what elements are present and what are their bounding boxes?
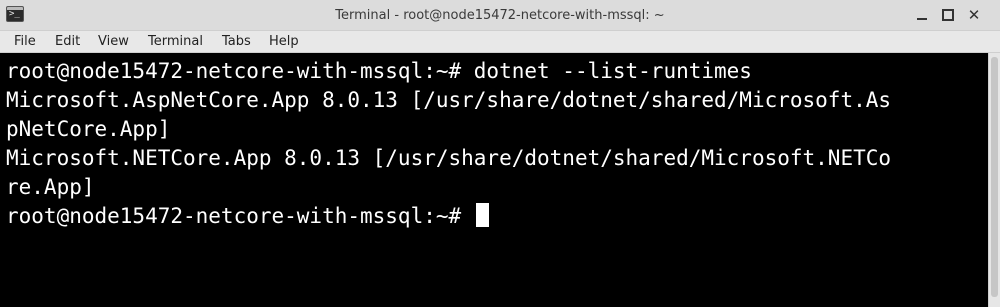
terminal-line: Microsoft.AspNetCore.App 8.0.13 [/usr/sh… xyxy=(6,88,892,112)
close-icon: ✕ xyxy=(967,6,981,24)
menu-view[interactable]: View xyxy=(98,31,129,52)
minimize-icon xyxy=(917,18,927,20)
vertical-scrollbar[interactable] xyxy=(988,53,1000,307)
terminal-window: >_ Terminal - root@node15472-netcore-wit… xyxy=(0,0,1000,307)
scrollbar-thumb[interactable] xyxy=(991,57,998,297)
menu-bar: File Edit View Terminal Tabs Help xyxy=(0,31,1000,53)
menu-file[interactable]: File xyxy=(14,31,36,52)
menu-edit[interactable]: Edit xyxy=(55,31,80,52)
terminal-output[interactable]: root@node15472-netcore-with-mssql:~# dot… xyxy=(0,53,988,307)
terminal-line: re.App] xyxy=(6,175,95,199)
terminal-prompt-line: root@node15472-netcore-with-mssql:~# xyxy=(6,202,489,231)
menu-help[interactable]: Help xyxy=(269,31,299,52)
text-cursor xyxy=(475,203,489,227)
terminal-line: root@node15472-netcore-with-mssql:~# dot… xyxy=(6,59,752,83)
minimize-button[interactable] xyxy=(912,6,932,24)
prompt-text: root@node15472-netcore-with-mssql:~# xyxy=(6,204,474,228)
terminal-line: Microsoft.NETCore.App 8.0.13 [/usr/share… xyxy=(6,146,892,170)
close-button[interactable]: ✕ xyxy=(964,6,984,24)
menu-terminal[interactable]: Terminal xyxy=(148,31,203,52)
maximize-button[interactable] xyxy=(938,6,958,24)
title-bar[interactable]: >_ Terminal - root@node15472-netcore-wit… xyxy=(0,0,1000,31)
window-title: Terminal - root@node15472-netcore-with-m… xyxy=(335,8,665,23)
maximize-icon xyxy=(942,9,954,21)
menu-tabs[interactable]: Tabs xyxy=(222,31,251,52)
terminal-line: pNetCore.App] xyxy=(6,117,171,141)
